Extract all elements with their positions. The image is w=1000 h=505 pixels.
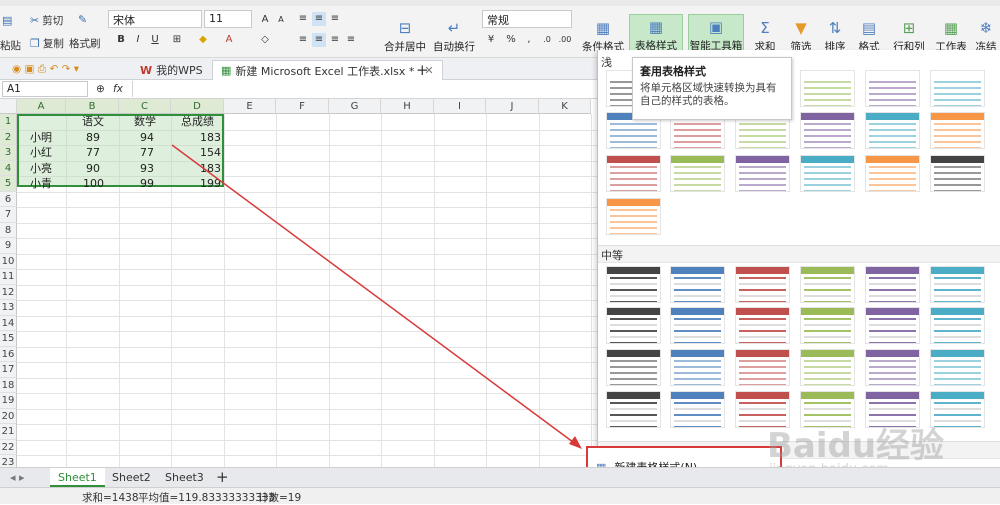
sheet-tab-bar: ◂ ▸ Sheet1 Sheet2 Sheet3 + [0, 467, 1000, 487]
sheet-tab-3[interactable]: Sheet3 [157, 468, 212, 487]
arrow-line [171, 144, 578, 446]
annotation-arrow [171, 144, 582, 449]
add-sheet-button[interactable]: + [208, 468, 237, 487]
status-bar: 求和=1438 平均值=119.83333333333 计数=19 [0, 487, 1000, 504]
status-count: 计数=19 [258, 492, 302, 504]
sheet-nav-icons[interactable]: ◂ ▸ [2, 468, 33, 487]
sheet-tab-2[interactable]: Sheet2 [104, 468, 159, 487]
sheet-tab-1[interactable]: Sheet1 [50, 468, 105, 487]
status-average: 平均值=119.83333333333 [138, 492, 276, 504]
arrow-head [569, 436, 582, 449]
status-sum: 求和=1438 [82, 492, 139, 504]
